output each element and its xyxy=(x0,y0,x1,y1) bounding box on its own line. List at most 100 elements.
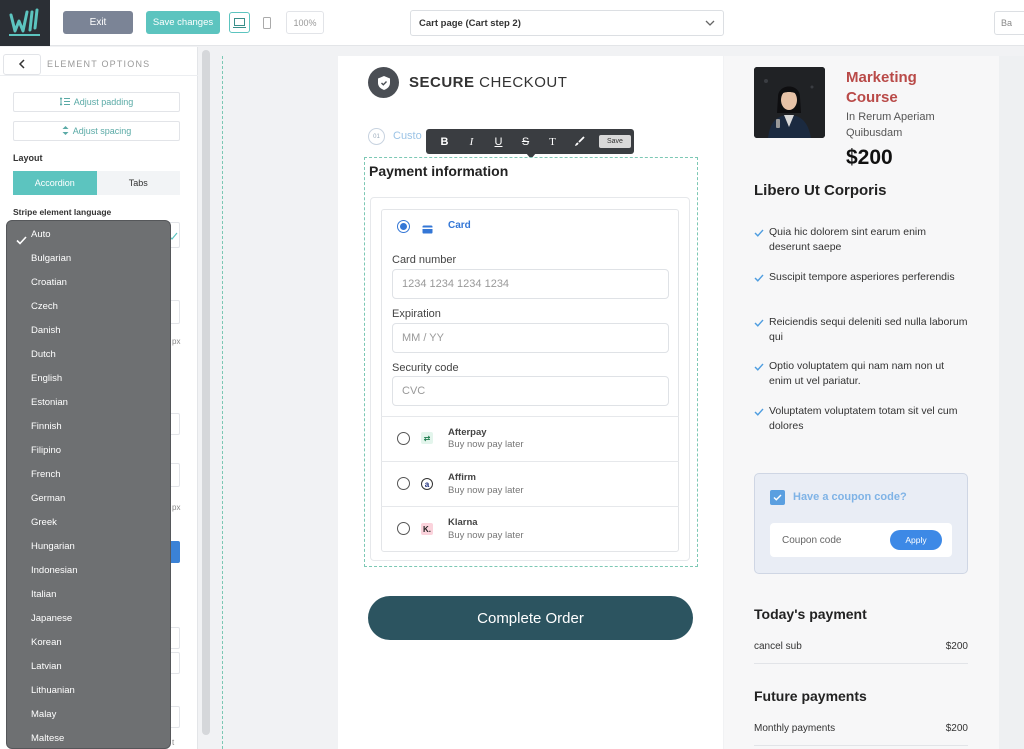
text-format-toolbar: B I U S T Save xyxy=(426,129,634,154)
step-number: 01 xyxy=(368,128,385,145)
language-option[interactable]: Filipino xyxy=(31,444,61,458)
page-select[interactable]: Cart page (Cart step 2) xyxy=(410,10,724,36)
text-size-icon[interactable]: T xyxy=(539,129,566,154)
language-option[interactable]: Indonesian xyxy=(31,564,77,578)
language-option[interactable]: Danish xyxy=(31,324,61,338)
language-option[interactable]: French xyxy=(31,468,61,482)
language-option[interactable]: Finnish xyxy=(31,420,62,434)
expiration-input[interactable]: MM / YY xyxy=(392,323,669,353)
panel-scrollbar[interactable] xyxy=(202,50,210,735)
language-option[interactable]: Malay xyxy=(31,708,56,722)
language-dropdown: Auto Bulgarian Croatian Czech Danish Dut… xyxy=(6,220,171,749)
language-option[interactable]: Bulgarian xyxy=(31,252,71,266)
language-option[interactable]: Croatian xyxy=(31,276,67,290)
divider xyxy=(381,506,679,507)
feature-item: Optio voluptatem qui nam nam non ut enim… xyxy=(754,359,969,389)
check-icon xyxy=(754,227,764,242)
expiration-label: Expiration xyxy=(392,308,441,320)
language-option[interactable]: Czech xyxy=(31,300,58,314)
security-code-label: Security code xyxy=(392,362,459,374)
afterpay-sub: Buy now pay later xyxy=(448,439,524,450)
tab-accordion[interactable]: Accordion xyxy=(13,171,97,195)
desktop-view-icon[interactable] xyxy=(229,12,250,33)
language-option[interactable]: English xyxy=(31,372,62,386)
language-option[interactable]: Estonian xyxy=(31,396,68,410)
bold-icon[interactable]: B xyxy=(431,129,458,154)
panel-header: ELEMENT OPTIONS xyxy=(0,54,198,76)
unit-t: t xyxy=(172,738,175,747)
save-changes-button[interactable]: Save changes xyxy=(146,11,220,34)
unit-px-2: px xyxy=(172,503,181,512)
klarna-radio[interactable] xyxy=(397,522,410,535)
affirm-radio[interactable] xyxy=(397,477,410,490)
feature-item: Suscipit tempore asperiores perferendis xyxy=(754,270,969,285)
back-to-button[interactable]: Ba xyxy=(994,11,1024,35)
language-option-auto[interactable]: Auto xyxy=(31,228,51,242)
panel-title: ELEMENT OPTIONS xyxy=(47,59,151,69)
language-option[interactable]: Dutch xyxy=(31,348,56,362)
language-option[interactable]: Latvian xyxy=(31,660,62,674)
toolbar-save-button[interactable]: Save xyxy=(599,135,631,148)
adjust-padding-button[interactable]: Adjust padding xyxy=(13,92,180,112)
product-image xyxy=(754,67,825,138)
back-button[interactable] xyxy=(3,54,41,75)
feature-item: Voluptatem voluptatem totam sit vel cum … xyxy=(754,404,969,434)
top-toolbar: Exit Save changes 100% Cart page (Cart s… xyxy=(0,0,1024,46)
layout-label: Layout xyxy=(13,153,43,163)
language-option[interactable]: German xyxy=(31,492,65,506)
secure-checkout-title: SECURE CHECKOUT xyxy=(409,74,568,91)
step-label[interactable]: Custo xyxy=(393,130,422,142)
language-option[interactable]: Lithuanian xyxy=(31,684,75,698)
underline-icon[interactable]: U xyxy=(485,129,512,154)
divider xyxy=(754,745,968,746)
exit-button[interactable]: Exit xyxy=(63,11,133,34)
zoom-level[interactable]: 100% xyxy=(286,11,324,34)
language-option[interactable]: Greek xyxy=(31,516,57,530)
language-option[interactable]: Maltese xyxy=(31,732,64,746)
check-icon xyxy=(754,272,764,287)
language-option[interactable]: Hungarian xyxy=(31,540,75,554)
app-logo[interactable] xyxy=(0,0,50,46)
afterpay-name: Afterpay xyxy=(448,427,487,438)
klarna-icon: K. xyxy=(421,523,433,535)
apply-coupon-button[interactable]: Apply xyxy=(890,530,942,550)
check-icon xyxy=(754,361,764,376)
future-row-value: $200 xyxy=(945,723,968,734)
card-radio[interactable] xyxy=(397,220,410,233)
card-number-label: Card number xyxy=(392,254,457,266)
layout-tabs: Accordion Tabs xyxy=(13,171,180,195)
italic-icon[interactable]: I xyxy=(458,129,485,154)
coupon-input[interactable]: Coupon code xyxy=(782,535,842,546)
tab-tabs[interactable]: Tabs xyxy=(96,171,180,195)
coupon-checkbox[interactable] xyxy=(770,490,785,505)
complete-order-button[interactable]: Complete Order xyxy=(368,596,693,640)
language-option[interactable]: Italian xyxy=(31,588,56,602)
secure-checkout-header: SECURE CHECKOUT xyxy=(368,67,567,98)
check-icon xyxy=(754,317,764,332)
padding-icon xyxy=(59,96,70,108)
brush-icon[interactable] xyxy=(566,129,593,154)
strikethrough-icon[interactable]: S xyxy=(512,129,539,154)
features-title: Libero Ut Corporis xyxy=(754,182,887,199)
today-row-label: cancel sub xyxy=(754,641,802,652)
language-option[interactable]: Japanese xyxy=(31,612,72,626)
security-code-input[interactable]: CVC xyxy=(392,376,669,406)
card-label: Card xyxy=(448,220,471,231)
affirm-name: Affirm xyxy=(448,472,476,483)
language-option[interactable]: Korean xyxy=(31,636,62,650)
afterpay-radio[interactable] xyxy=(397,432,410,445)
spacing-icon xyxy=(62,125,69,137)
check-icon xyxy=(16,232,27,250)
feature-item: Quia hic dolorem sint earum enim deserun… xyxy=(754,225,969,255)
card-number-input[interactable]: 1234 1234 1234 1234 xyxy=(392,269,669,299)
product-subtitle: In Rerum Aperiam Quibusdam xyxy=(846,111,935,139)
mobile-view-icon[interactable] xyxy=(260,12,274,33)
adjust-spacing-button[interactable]: Adjust spacing xyxy=(13,121,180,141)
coupon-label[interactable]: Have a coupon code? xyxy=(793,491,907,503)
affirm-icon: a xyxy=(421,478,433,490)
adjust-padding-label: Adjust padding xyxy=(73,97,134,107)
divider xyxy=(381,461,679,462)
product-price: $200 xyxy=(846,146,893,169)
canvas-gutter xyxy=(999,56,1024,749)
payment-title[interactable]: Payment information xyxy=(369,163,508,179)
